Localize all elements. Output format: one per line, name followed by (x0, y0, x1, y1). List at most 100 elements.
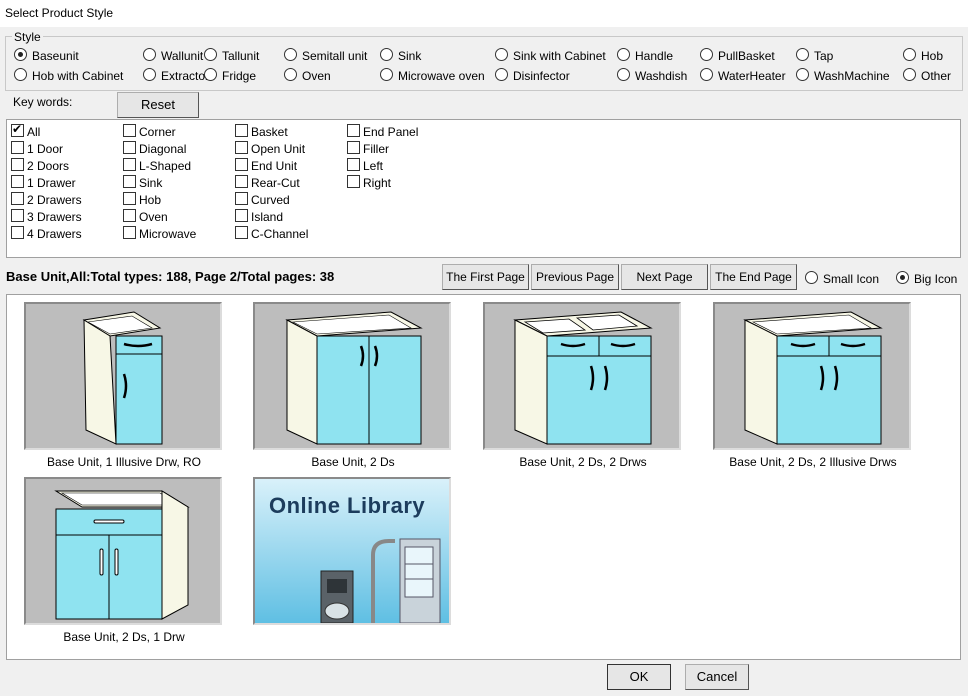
style-option-label: Sink (398, 49, 422, 63)
window-title: Select Product Style (5, 6, 114, 20)
keyword-label: Diagonal (139, 142, 187, 156)
big-icon-radio-circle[interactable] (896, 271, 909, 284)
style-radio-circle[interactable] (796, 68, 809, 81)
keyword-label: Microwave (139, 227, 197, 241)
style-radio-circle[interactable] (700, 68, 713, 81)
keyword-checkbox[interactable] (11, 122, 24, 137)
online-library-card[interactable]: Online Library (253, 477, 451, 625)
keyword-label: Left (363, 159, 384, 173)
first-page-button[interactable]: The First Page (442, 264, 529, 290)
style-radio-circle[interactable] (284, 68, 297, 81)
keyword-checkbox[interactable] (123, 192, 136, 205)
keyword-label: Sink (139, 176, 163, 190)
style-radio-circle[interactable] (700, 48, 713, 61)
big-icon-label: Big Icon (914, 272, 958, 286)
style-option-label: Tap (814, 49, 834, 63)
style-radio-circle[interactable] (617, 68, 630, 81)
style-legend: Style (12, 30, 43, 44)
keyword-label: 1 Drawer (27, 176, 76, 190)
product-caption-4: Base Unit, 2 Ds, 2 Illusive Drws (729, 455, 897, 469)
style-radio-circle[interactable] (14, 48, 27, 61)
style-radio-circle[interactable] (903, 48, 916, 61)
style-option-label: WaterHeater (718, 69, 786, 83)
keyword-checkbox[interactable] (235, 141, 248, 154)
ok-button[interactable]: OK (607, 664, 671, 690)
product-card-5[interactable] (24, 477, 222, 625)
keyword-label: 2 Drawers (27, 193, 82, 207)
keyword-checkbox[interactable] (347, 158, 360, 171)
end-page-button[interactable]: The End Page (710, 264, 797, 290)
style-option-label: Extractor (161, 69, 210, 83)
reset-button[interactable]: Reset (117, 92, 199, 118)
keyword-label: L-Shaped (139, 159, 192, 173)
keywords-label: Key words: (13, 95, 73, 109)
style-option-label: Other (921, 69, 952, 83)
style-option-label: Microwave oven (398, 69, 485, 83)
product-card-2[interactable] (253, 302, 451, 450)
style-radio-circle[interactable] (143, 68, 156, 81)
keyword-checkbox[interactable] (123, 158, 136, 171)
keyword-checkbox[interactable] (235, 158, 248, 171)
keyword-checkbox[interactable] (11, 209, 24, 222)
keyword-checkbox[interactable] (11, 226, 24, 239)
style-radio-circle[interactable] (143, 48, 156, 61)
style-option-label: Handle (635, 49, 674, 63)
style-radio-circle[interactable] (204, 48, 217, 61)
keyword-checkbox[interactable] (123, 141, 136, 154)
style-option-label: Semitall unit (302, 49, 368, 63)
keyword-label: 4 Drawers (27, 227, 82, 241)
style-radio-circle[interactable] (495, 48, 508, 61)
style-radio-circle[interactable] (495, 68, 508, 81)
keyword-checkbox[interactable] (11, 192, 24, 205)
style-radio-circle[interactable] (796, 48, 809, 61)
style-option-label: Hob with Cabinet (32, 69, 124, 83)
style-option-label: Wallunit (161, 49, 204, 63)
style-radio-circle[interactable] (204, 68, 217, 81)
keyword-checkbox[interactable] (11, 158, 24, 171)
keyword-checkbox[interactable] (235, 124, 248, 137)
next-page-button[interactable]: Next Page (621, 264, 708, 290)
style-radio-circle[interactable] (14, 68, 27, 81)
keyword-checkbox[interactable] (123, 124, 136, 137)
style-radio-circle[interactable] (617, 48, 630, 61)
small-icon-radio-circle[interactable] (805, 271, 818, 284)
style-radio-circle[interactable] (284, 48, 297, 61)
style-radio-circle[interactable] (903, 68, 916, 81)
keyword-label: Filler (363, 142, 389, 156)
keyword-checkbox[interactable] (235, 209, 248, 222)
keyword-checkbox[interactable] (11, 175, 24, 188)
style-option-label: Baseunit (32, 49, 79, 63)
keyword-label: 2 Doors (27, 159, 70, 173)
keyword-checkbox[interactable] (123, 226, 136, 239)
keyword-checkbox[interactable] (235, 175, 248, 188)
product-caption-1: Base Unit, 1 Illusive Drw, RO (46, 455, 202, 469)
keyword-checkbox[interactable] (123, 175, 136, 188)
keyword-checkbox[interactable] (347, 141, 360, 154)
keyword-checkbox[interactable] (347, 124, 360, 137)
keyword-checkbox[interactable] (347, 175, 360, 188)
style-option-label: Disinfector (513, 69, 570, 83)
product-card-3[interactable] (483, 302, 681, 450)
keyword-label: 1 Door (27, 142, 64, 156)
keyword-checkbox[interactable] (235, 226, 248, 239)
keyword-label: Rear-Cut (251, 176, 300, 190)
keywords-panel: All 1 Door 2 Doors 1 Drawer 2 Drawers 3 Drawe… (6, 119, 961, 258)
cabinet-2-doors-2-drawers-icon (743, 311, 883, 445)
keyword-label: Oven (139, 210, 168, 224)
product-caption-3: Base Unit, 2 Ds, 2 Drws (519, 455, 647, 469)
keyword-checkbox[interactable] (235, 192, 248, 205)
keyword-checkbox[interactable] (11, 141, 24, 154)
keyword-checkbox[interactable] (123, 209, 136, 222)
previous-page-button[interactable]: Previous Page (531, 264, 619, 290)
style-radio-circle[interactable] (380, 68, 393, 81)
keyword-label: Open Unit (251, 142, 306, 156)
keyword-label: Curved (251, 193, 290, 207)
keyword-label: Hob (139, 193, 162, 207)
product-card-1[interactable] (24, 302, 222, 450)
keyword-label: End Unit (251, 159, 298, 173)
product-caption-5: Base Unit, 2 Ds, 1 Drw (63, 630, 185, 644)
cabinet-2-doors-icon (285, 311, 423, 445)
style-radio-circle[interactable] (380, 48, 393, 61)
product-card-4[interactable] (713, 302, 911, 450)
cancel-button[interactable]: Cancel (685, 664, 749, 690)
